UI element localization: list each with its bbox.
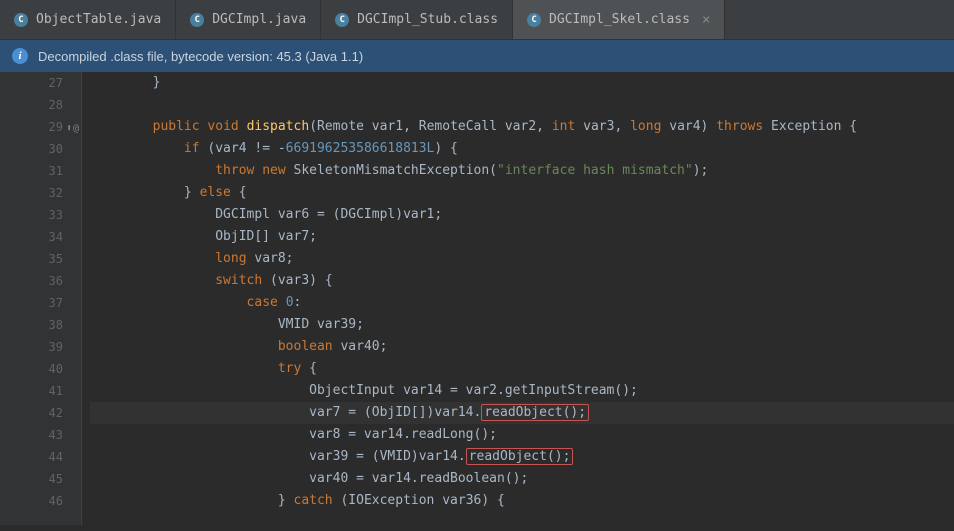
code-line: } else { [90, 182, 954, 204]
code-line: boolean var40; [90, 336, 954, 358]
gutter-line-number: 36 [0, 270, 63, 292]
override-badge[interactable]: ⬆@ [66, 118, 79, 140]
gutter-line-number: 34 [0, 226, 63, 248]
class-icon: C [190, 13, 204, 27]
info-icon: i [12, 48, 28, 64]
code-line: case 0: [90, 292, 954, 314]
gutter-line-number: 41 [0, 380, 63, 402]
gutter-line-number: 32 [0, 182, 63, 204]
gutter-line-number: 30 [0, 138, 63, 160]
tab-label: ObjectTable.java [36, 12, 161, 27]
code-line: var39 = (VMID)var14.readObject(); [90, 446, 954, 468]
code-line: DGCImpl var6 = (DGCImpl)var1; [90, 204, 954, 226]
gutter-line-number: 40 [0, 358, 63, 380]
gutter-line-number: 27 [0, 72, 63, 94]
code-line: var40 = var14.readBoolean(); [90, 468, 954, 490]
gutter-line-number: 37 [0, 292, 63, 314]
code-line: } [90, 72, 954, 94]
banner-text: Decompiled .class file, bytecode version… [38, 49, 363, 64]
code-line: long var8; [90, 248, 954, 270]
editor-area: 272829⬆@30313233343536373839404142434445… [0, 72, 954, 525]
gutter-line-number: 31 [0, 160, 63, 182]
code-line: switch (var3) { [90, 270, 954, 292]
tab-label: DGCImpl_Skel.class [549, 12, 690, 27]
gutter-line-number: 35 [0, 248, 63, 270]
code-line: ObjID[] var7; [90, 226, 954, 248]
code-line: VMID var39; [90, 314, 954, 336]
code-line: var8 = var14.readLong(); [90, 424, 954, 446]
close-icon[interactable]: × [702, 12, 710, 28]
line-gutter: 272829⬆@30313233343536373839404142434445… [0, 72, 82, 525]
tab-dgcimpl-skel[interactable]: C DGCImpl_Skel.class × [513, 0, 725, 39]
tab-label: DGCImpl_Stub.class [357, 12, 498, 27]
gutter-line-number: 29⬆@ [0, 116, 63, 138]
gutter-line-number: 33 [0, 204, 63, 226]
code-line: throw new SkeletonMismatchException("int… [90, 160, 954, 182]
gutter-line-number: 46 [0, 490, 63, 512]
class-icon: C [527, 13, 541, 27]
code-line [90, 94, 954, 116]
tab-objecttable[interactable]: C ObjectTable.java [0, 0, 176, 39]
tab-dgcimpl-stub[interactable]: C DGCImpl_Stub.class [321, 0, 513, 39]
code-line: } catch (IOException var36) { [90, 490, 954, 512]
class-icon: C [14, 13, 28, 27]
code-line: ObjectInput var14 = var2.getInputStream(… [90, 380, 954, 402]
class-icon: C [335, 13, 349, 27]
tab-dgcimpl[interactable]: C DGCImpl.java [176, 0, 321, 39]
gutter-line-number: 45 [0, 468, 63, 490]
decompiled-banner: i Decompiled .class file, bytecode versi… [0, 40, 954, 72]
highlighted-call: readObject(); [466, 448, 574, 465]
code-line: try { [90, 358, 954, 380]
code-content[interactable]: } public void dispatch(Remote var1, Remo… [82, 72, 954, 525]
tab-label: DGCImpl.java [212, 12, 306, 27]
gutter-line-number: 43 [0, 424, 63, 446]
gutter-line-number: 44 [0, 446, 63, 468]
editor-tabs: C ObjectTable.java C DGCImpl.java C DGCI… [0, 0, 954, 40]
highlighted-call: readObject(); [481, 404, 589, 421]
gutter-line-number: 39 [0, 336, 63, 358]
gutter-line-number: 42 [0, 402, 63, 424]
code-line-highlighted: var7 = (ObjID[])var14.readObject(); [90, 402, 954, 424]
gutter-line-number: 28 [0, 94, 63, 116]
code-line: if (var4 != -669196253586618813L) { [90, 138, 954, 160]
code-line: public void dispatch(Remote var1, Remote… [90, 116, 954, 138]
gutter-line-number: 38 [0, 314, 63, 336]
